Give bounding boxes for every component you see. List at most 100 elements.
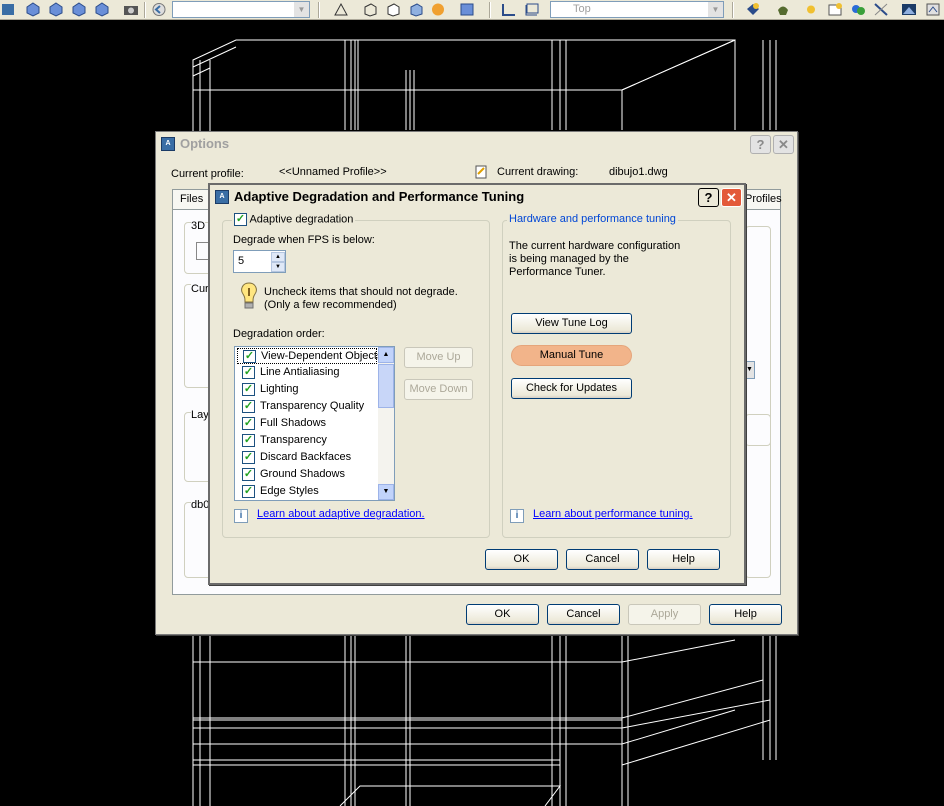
list-item[interactable]: ✓ Transparency [237,433,377,449]
list-item-checkbox[interactable]: ✓ [242,468,255,481]
toolbar-view-icon[interactable] [0,1,18,18]
list-item[interactable]: ✓ Transparency Quality [237,399,377,415]
light-sun-icon[interactable] [802,1,820,18]
lightbulb-icon [238,281,260,311]
list-item[interactable]: ✓ Lighting [237,382,377,398]
fps-spinner[interactable]: 5 ▲ ▼ [233,250,286,273]
adaptive-degradation-dialog: A Adaptive Degradation and Performance T… [208,183,746,585]
list-item-label: Transparency [260,434,327,446]
chevron-down-icon: ▼ [275,264,281,270]
adaptive-checkbox-row[interactable]: ✓ Adaptive degradation [232,213,356,226]
advanced-render-settings-icon[interactable] [924,1,942,18]
manual-tune-button[interactable]: Manual Tune [511,345,632,366]
list-item[interactable]: ✓ Edge Styles [237,484,377,500]
options-ok-button[interactable]: OK [466,604,539,625]
close-title-button[interactable]: ✕ [773,135,794,154]
help-title-button[interactable]: ? [698,188,719,207]
adaptive-checkbox[interactable]: ✓ [234,213,247,226]
check-for-updates-button[interactable]: Check for Updates [511,378,632,399]
list-item-checkbox[interactable]: ✓ [242,383,255,396]
list-item-checkbox[interactable]: ✓ [242,366,255,379]
camera-icon[interactable] [122,1,140,18]
autocad-app-icon: A [161,137,175,151]
view-direction-combo[interactable]: Top ▼ [550,1,724,18]
visual-styles-manager-icon[interactable] [458,1,476,18]
named-view-combo[interactable]: ▼ [172,1,310,18]
ucs-icon[interactable] [500,1,518,18]
list-item-label: Edge Styles [260,485,319,497]
chevron-down-icon[interactable]: ▼ [708,2,723,17]
adaptive-help-button[interactable]: Help [647,549,720,570]
close-icon: ✕ [726,190,737,205]
list-item-checkbox[interactable]: ✓ [243,350,256,363]
options-titlebar[interactable]: A Options [156,132,797,156]
hidden-box-icon[interactable] [384,1,402,18]
conceptual-sphere-icon[interactable] [429,1,447,18]
render-teapot-icon[interactable] [774,1,792,18]
view-direction-value: Top [573,3,591,15]
fps-label: Degrade when FPS is below: [233,234,375,246]
view-cube-front-icon[interactable] [24,1,42,18]
nav-back-icon[interactable] [150,1,168,18]
tab-files[interactable]: Files [172,189,210,209]
hardware-text-line-2: is being managed by the [509,253,629,265]
degradation-list-viewport: ✓ View-Dependent Objects ✓ Line Antialia… [235,347,378,500]
options-apply-button[interactable]: Apply [628,604,701,625]
render-icon[interactable] [744,1,762,18]
list-item-checkbox[interactable]: ✓ [242,451,255,464]
drawing-icon [474,164,490,180]
view-cube-left-icon[interactable] [47,1,65,18]
adaptive-cancel-button[interactable]: Cancel [566,549,639,570]
view-tune-log-button[interactable]: View Tune Log [511,313,632,334]
list-item-checkbox[interactable]: ✓ [242,434,255,447]
spinner-down-button[interactable]: ▼ [271,262,285,272]
options-cancel-button[interactable]: Cancel [547,604,620,625]
tab-profiles[interactable]: Profiles [741,189,782,209]
hardware-text-line-1: The current hardware configuration [509,240,681,252]
options-title: Options [180,136,230,151]
chevron-down-icon: ▼ [382,488,390,495]
adaptive-titlebar[interactable]: A Adaptive Degradation and Performance T… [210,185,744,209]
render-environment-icon[interactable] [900,1,918,18]
help-title-button[interactable]: ? [750,135,771,154]
learn-adaptive-link[interactable]: Learn about adaptive degradation. [257,508,425,520]
info-icon: i [510,509,524,523]
spinner-up-button[interactable]: ▲ [271,252,285,262]
chevron-up-icon: ▲ [382,351,390,358]
move-down-button[interactable]: Move Down [404,379,473,400]
scroll-down-button[interactable]: ▼ [378,484,394,500]
degradation-order-list[interactable]: ✓ View-Dependent Objects ✓ Line Antialia… [234,346,395,501]
realistic-box-icon[interactable] [407,1,425,18]
move-up-button[interactable]: Move Up [404,347,473,368]
list-item[interactable]: ✓ Ground Shadows [237,467,377,483]
list-scrollbar[interactable]: ▲ ▼ [378,347,394,500]
hint-line-1: Uncheck items that should not degrade. [264,286,458,298]
list-item-checkbox[interactable]: ✓ [242,400,255,413]
list-item[interactable]: ✓ Full Shadows [237,416,377,432]
ucs-world-icon[interactable] [523,1,541,18]
scroll-up-button[interactable]: ▲ [378,347,394,363]
learn-performance-link[interactable]: Learn about performance tuning. [533,508,693,520]
chevron-down-icon[interactable]: ▼ [294,2,309,17]
list-item-label: Transparency Quality [260,400,365,412]
list-item[interactable]: ✓ View-Dependent Objects [237,348,378,364]
adaptive-ok-button[interactable]: OK [485,549,558,570]
toolbar-separator [489,2,491,18]
visual-style-icon[interactable] [332,1,350,18]
options-group-db-label: db0 [191,499,210,511]
list-item-checkbox[interactable]: ✓ [242,417,255,430]
list-item-checkbox[interactable]: ✓ [242,485,255,498]
close-title-button[interactable]: ✕ [721,188,742,207]
tab-profiles-label: Profiles [745,193,782,205]
close-icon: ✕ [778,137,789,152]
list-item[interactable]: ✓ Line Antialiasing [237,365,377,381]
view-cube-right-icon[interactable] [70,1,88,18]
view-cube-back-icon[interactable] [93,1,111,18]
scroll-thumb[interactable] [378,364,394,408]
lights-list-icon[interactable] [826,1,844,18]
materials-icon[interactable] [849,1,867,18]
list-item[interactable]: ✓ Discard Backfaces [237,450,377,466]
mapping-icon[interactable] [872,1,890,18]
wireframe-box-icon[interactable] [361,1,379,18]
options-help-button[interactable]: Help [709,604,782,625]
